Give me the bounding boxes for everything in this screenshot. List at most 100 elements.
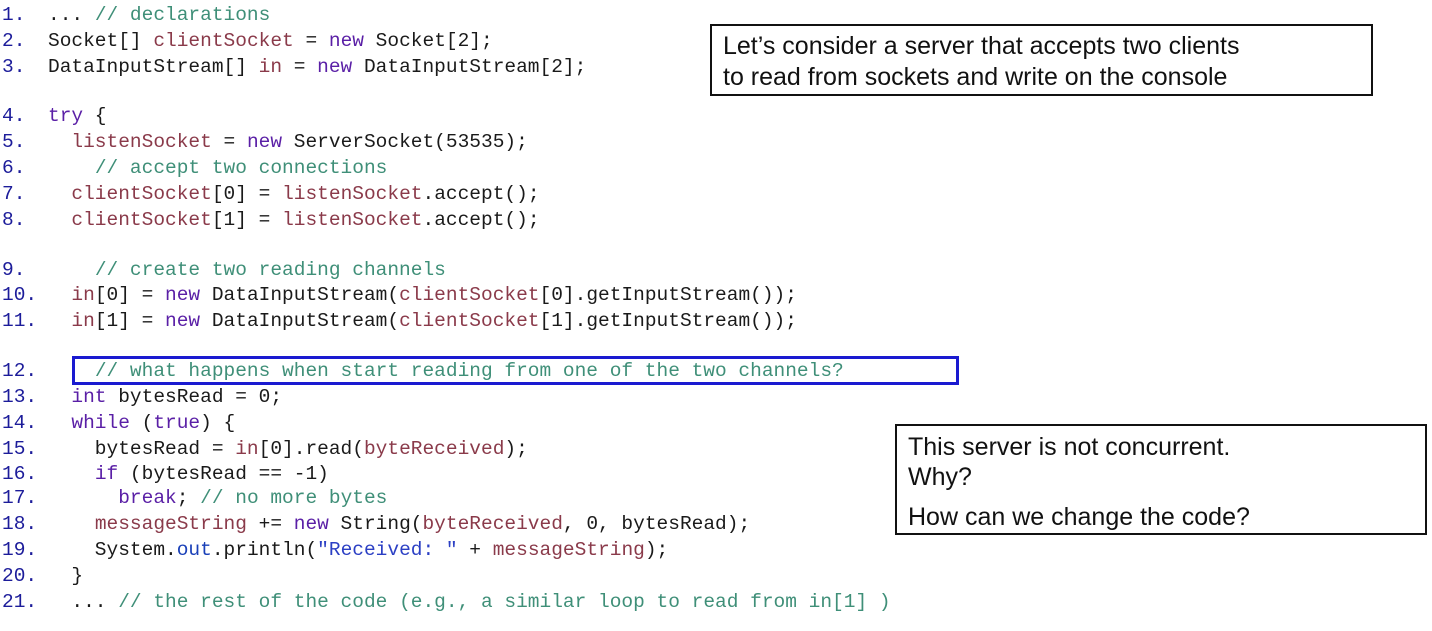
- line-number: 11.: [2, 310, 38, 332]
- code-token: }: [48, 565, 84, 587]
- line-number: 4.: [2, 105, 26, 127]
- code-token: listenSocket: [282, 183, 423, 205]
- line-number: 14.: [2, 412, 38, 434]
- code-text: if (bytesRead == -1): [48, 462, 329, 487]
- code-token: {: [83, 105, 107, 127]
- code-token: clientSocket: [399, 310, 540, 332]
- line-number: 2.: [2, 30, 26, 52]
- code-token: byteReceived: [422, 513, 563, 535]
- code-text: in[1] = new DataInputStream(clientSocket…: [48, 309, 797, 334]
- line-number: 16.: [2, 463, 38, 485]
- code-token: ...: [48, 4, 95, 26]
- code-token: // no more bytes: [200, 487, 388, 509]
- line-number: 20.: [2, 565, 38, 587]
- line-number: 15.: [2, 438, 38, 460]
- code-text: while (true) {: [48, 411, 235, 436]
- code-token: break: [118, 487, 177, 509]
- code-text: System.out.println("Received: " + messag…: [48, 538, 668, 563]
- code-token: clientSocket: [153, 30, 294, 52]
- code-token: // declarations: [94, 4, 271, 26]
- code-text: bytesRead = in[0].read(byteReceived);: [48, 437, 528, 462]
- code-token: Socket[2];: [363, 30, 493, 52]
- note-bottom-box: This server is not concurrent. Why? How …: [895, 424, 1427, 535]
- code-token: .accept();: [422, 209, 540, 231]
- line-number: 1.: [2, 4, 26, 26]
- code-text: try {: [48, 104, 107, 129]
- code-token: new: [246, 131, 283, 153]
- code-token: [0].getInputStream());: [539, 284, 797, 306]
- code-token: clientSocket: [71, 209, 212, 231]
- note-bottom-line-3: How can we change the code?: [908, 503, 1250, 531]
- code-token: DataInputStream[2];: [352, 56, 587, 78]
- code-token: new: [165, 284, 201, 306]
- line-number: 8.: [2, 209, 26, 231]
- code-token: Socket[]: [48, 30, 154, 52]
- code-token: listenSocket: [282, 209, 423, 231]
- note-top-line-2: to read from sockets and write on the co…: [723, 63, 1228, 91]
- code-token: while: [71, 412, 130, 434]
- code-token: DataInputStream(: [200, 284, 400, 306]
- code-token: DataInputStream(: [200, 310, 400, 332]
- code-token: // create two reading channels: [94, 259, 446, 281]
- code-text: ... // declarations: [48, 3, 270, 28]
- line-number: 7.: [2, 183, 26, 205]
- code-text: messageString += new String(byteReceived…: [48, 512, 750, 537]
- code-token: bytesRead = 0;: [106, 386, 283, 408]
- code-text: in[0] = new DataInputStream(clientSocket…: [48, 283, 797, 308]
- code-token: [1] =: [94, 310, 166, 332]
- note-top-box: Let’s consider a server that accepts two…: [710, 24, 1373, 96]
- code-text: DataInputStream[] in = new DataInputStre…: [48, 55, 586, 80]
- code-token: if: [94, 463, 119, 485]
- code-text: int bytesRead = 0;: [48, 385, 282, 410]
- line-number: 5.: [2, 131, 26, 153]
- code-token: in: [235, 438, 259, 460]
- code-text: listenSocket = new ServerSocket(53535);: [48, 130, 528, 155]
- code-token: [1] =: [211, 209, 283, 231]
- code-token: int: [71, 386, 107, 408]
- line-number: 6.: [2, 157, 26, 179]
- code-token: in: [71, 310, 95, 332]
- code-token: ) {: [200, 412, 236, 434]
- code-token: in: [71, 284, 95, 306]
- line-number: 13.: [2, 386, 38, 408]
- code-token: [0].read(: [258, 438, 364, 460]
- code-token: String(: [328, 513, 423, 535]
- code-token: clientSocket: [71, 183, 212, 205]
- line-number: 9.: [2, 259, 26, 281]
- line-number: 19.: [2, 539, 38, 561]
- code-token: "Received: ": [317, 539, 458, 561]
- code-token: +: [457, 539, 493, 561]
- code-token: new: [328, 30, 364, 52]
- code-token: =: [293, 30, 329, 52]
- code-token: clientSocket: [399, 284, 540, 306]
- code-token: // the rest of the code (e.g., a similar…: [118, 591, 891, 613]
- code-text: clientSocket[0] = listenSocket.accept();: [48, 182, 539, 207]
- line-number: 17.: [2, 487, 38, 509]
- code-text: break; // no more bytes: [48, 486, 387, 511]
- code-token: bytesRead =: [48, 438, 236, 460]
- code-text: // accept two connections: [48, 156, 388, 181]
- code-token: [1].getInputStream());: [539, 310, 797, 332]
- code-token: true: [153, 412, 201, 434]
- code-token: [0] =: [94, 284, 166, 306]
- code-token: byteReceived: [363, 438, 505, 460]
- code-text: }: [48, 564, 83, 589]
- code-token: =: [282, 56, 318, 78]
- code-token: new: [293, 513, 329, 535]
- code-token: (: [129, 412, 154, 434]
- line-number: 10.: [2, 284, 38, 306]
- code-token: (bytesRead == -1): [118, 463, 329, 485]
- code-token: );: [644, 539, 669, 561]
- code-token: [0] =: [211, 183, 283, 205]
- code-token: ServerSocket(53535);: [282, 131, 528, 153]
